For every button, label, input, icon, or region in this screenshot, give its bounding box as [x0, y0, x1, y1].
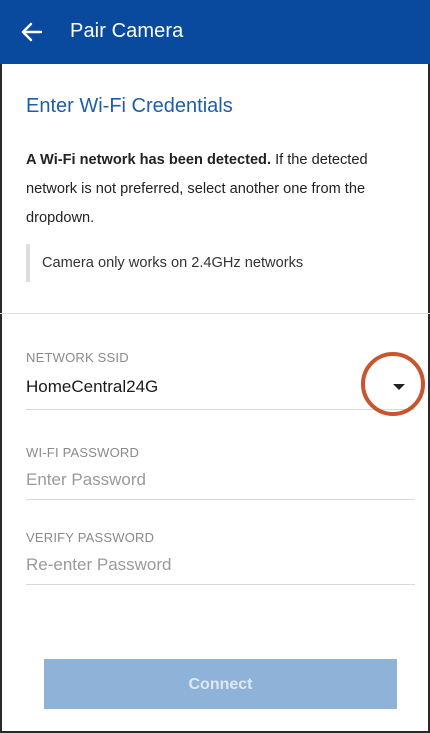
- section-divider: [0, 313, 430, 314]
- detected-network-description: A Wi-Fi network has been detected. If th…: [26, 146, 416, 233]
- section-title: Enter Wi-Fi Credentials: [26, 95, 233, 117]
- ssid-select[interactable]: HomeCentral24G: [26, 377, 158, 397]
- ssid-underline: [26, 409, 415, 410]
- app-bar: Pair Camera: [0, 0, 430, 64]
- verify-password-label: VERIFY PASSWORD: [26, 530, 155, 545]
- page-title: Pair Camera: [70, 20, 184, 42]
- password-label: WI-FI PASSWORD: [26, 445, 140, 460]
- ssid-label: NETWORK SSID: [26, 350, 129, 365]
- description-bold: A Wi-Fi network has been detected.: [26, 152, 272, 168]
- password-input[interactable]: Enter Password: [26, 470, 146, 490]
- verify-password-underline: [26, 584, 415, 585]
- arrow-left-icon[interactable]: [18, 18, 46, 46]
- password-underline: [26, 499, 415, 500]
- verify-password-input[interactable]: Re-enter Password: [26, 555, 172, 575]
- caret-down-icon[interactable]: [393, 384, 405, 390]
- frequency-note: Camera only works on 2.4GHz networks: [26, 244, 303, 282]
- connect-button[interactable]: Connect: [44, 659, 397, 709]
